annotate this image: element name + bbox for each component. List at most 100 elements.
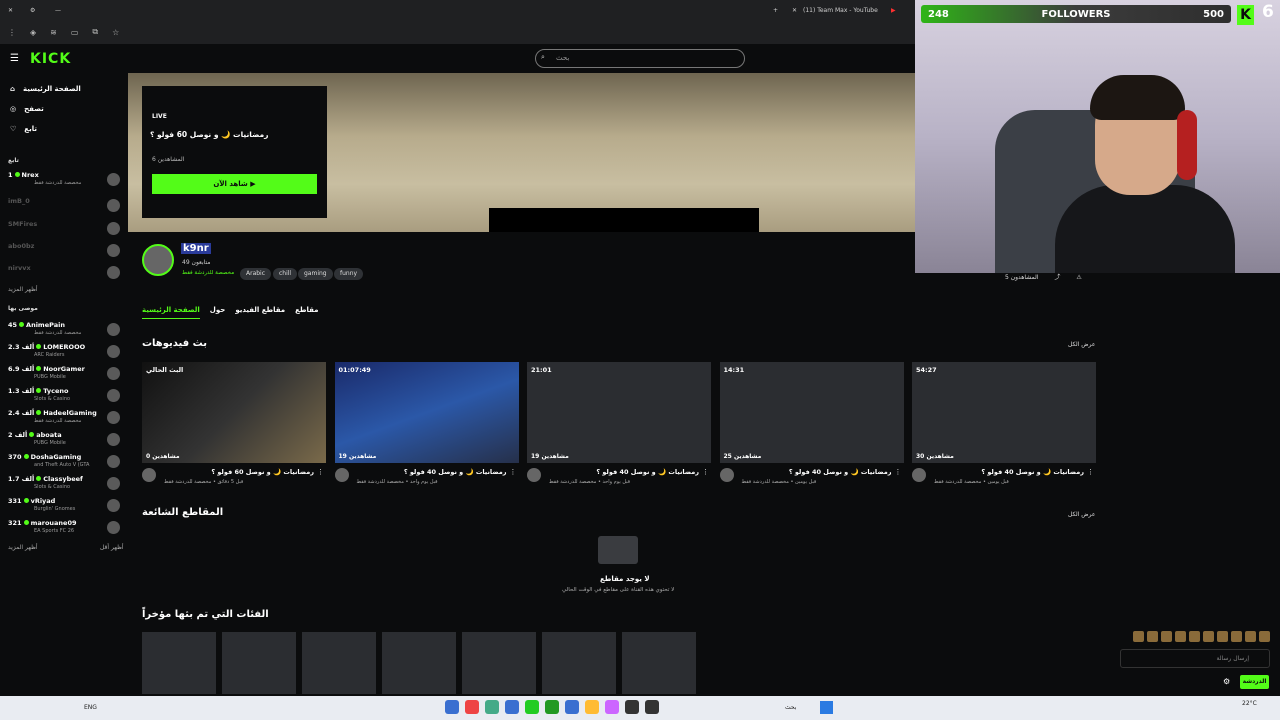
category-card[interactable] [542,632,616,694]
minimize-icon[interactable]: — [55,7,61,14]
recommended-item[interactable]: 1.7 ألف Classybeef Slots & Casino [8,475,120,495]
video-thumbnail[interactable]: 14:31 25 مشاهدين [719,362,904,463]
emote-icon[interactable] [1245,631,1256,642]
emote-icon[interactable] [1133,631,1144,642]
category-card[interactable] [302,632,376,694]
tag-funny[interactable]: funny [334,268,364,280]
app-icon[interactable] [465,700,479,714]
following-item[interactable]: nirvvx [8,264,120,284]
video-title[interactable]: رمضانيات 🌙 و نوصل 40 فولو ؟ [335,468,519,476]
app-icon[interactable] [485,700,499,714]
settings-icon[interactable]: ⚙ [30,7,35,14]
more-options-icon[interactable]: ⋮ [702,468,709,476]
sidebar-item-browse[interactable]: ◎ تصفح [10,105,44,113]
recommended-item[interactable]: 6.9 ألف NoorGamer PUBG Mobile [8,365,120,385]
recommended-item[interactable]: 2.3 ألف LOMEROOO ARC Raiders [8,343,120,363]
share-icon[interactable]: ⤴ [1054,274,1060,281]
sidebar-item-following[interactable]: ♡ تابع [10,125,37,133]
extensions-icon[interactable]: ≋ [50,28,57,37]
shield-icon[interactable]: ◈ [30,28,36,37]
recommended-item[interactable]: 2.4 ألف HadeelGaming مخصصة للدردشة فقط [8,409,120,429]
tabs-icon[interactable]: ⧉ [92,27,98,37]
windows-start-icon[interactable] [820,701,833,714]
app-icon[interactable] [565,700,579,714]
recommended-item[interactable]: 2 ألف aboata PUBG Mobile [8,431,120,451]
emote-icon[interactable] [1259,631,1270,642]
recommended-item[interactable]: 331 vRiyad Burglin' Gnomes [8,497,120,517]
weather[interactable]: 22°C [1242,700,1257,707]
more-options-icon[interactable]: ⋮ [895,468,902,476]
more-options-icon[interactable]: ⋮ [1087,468,1094,476]
emote-icon[interactable] [1217,631,1228,642]
video-title[interactable]: رمضانيات 🌙 و نوصل 40 فولو ؟ [720,468,904,476]
streams-see-all[interactable]: عرض الكل [1068,341,1095,348]
chat-input[interactable]: إرسال رسالة [1120,649,1270,668]
video-title[interactable]: رمضانيات 🌙 و نوصل 40 فولو ؟ [527,468,711,476]
recommended-item[interactable]: 45 AnimePain مخصصة للدردشة فقط [8,321,120,341]
video-thumbnail[interactable]: 54:27 30 مشاهدين [912,362,1096,463]
following-item[interactable]: 1 Nrex مخصصة للدردشة فقط [8,171,120,191]
tab-youtube[interactable]: (11) Team Max - YouTube [803,7,878,14]
video-title[interactable]: رمضانيات 🌙 و نوصل 40 فولو ؟ [912,468,1096,476]
sidebar-icon[interactable]: ▭ [71,28,79,37]
category-card[interactable] [222,632,296,694]
hamburger-menu-icon[interactable]: ☰ [10,53,19,64]
video-thumbnail[interactable]: 21:01 19 مشاهدين [527,362,711,463]
video-card[interactable]: البث الحالي 0 مشاهدين رمضانيات 🌙 و نوصل 60… [142,362,326,485]
emote-icon[interactable] [1189,631,1200,642]
tag-chill[interactable]: chill [273,268,298,280]
video-thumbnail[interactable]: 01:07:49 19 مشاهدين [334,362,519,463]
clips-see-all[interactable]: عرض الكل [1068,511,1095,518]
video-card[interactable]: 54:27 30 مشاهدين رمضانيات 🌙 و نوصل 40 فولو… [912,362,1096,485]
video-card[interactable]: 14:31 25 مشاهدين رمضانيات 🌙 و نوصل 40 فولو… [719,362,904,485]
chat-send-button[interactable]: الدردشة [1240,675,1269,689]
video-thumbnail[interactable]: البث الحالي 0 مشاهدين [142,362,326,463]
recommended-item[interactable]: 370 DoshaGaming and Theft Auto V (GTA [8,453,120,473]
video-card[interactable]: 01:07:49 19 مشاهدين رمضانيات 🌙 و نوصل 40 ف… [334,362,519,485]
tab-videos[interactable]: مقاطع الفيديو [235,306,285,319]
channel-avatar[interactable] [142,244,174,276]
video-title[interactable]: رمضانيات 🌙 و نوصل 60 فولو ؟ [142,468,326,476]
app-icon[interactable] [445,700,459,714]
app-icon[interactable] [525,700,539,714]
report-icon[interactable]: ⚠ [1076,274,1081,281]
emote-icon[interactable] [1231,631,1242,642]
app-icon[interactable] [605,700,619,714]
recommended-item[interactable]: 321 marouane09 EA Sports FC 26 [8,519,120,539]
tab-home[interactable]: الصفحة الرئيسية [142,306,200,319]
category-card[interactable] [622,632,696,694]
close-window-icon[interactable]: ✕ [8,7,13,14]
menu-dots-icon[interactable]: ⋮ [8,28,16,37]
following-item[interactable]: abo0bz [8,242,120,262]
app-icon[interactable] [625,700,639,714]
tag-arabic[interactable]: Arabic [240,268,272,280]
show-more-link[interactable]: أظهر المزيد [8,544,38,551]
emote-icon[interactable] [1161,631,1172,642]
language-indicator[interactable]: ENG [84,704,97,711]
kick-logo[interactable]: KICK [30,51,71,67]
show-more-link[interactable]: أظهر المزيد [8,286,38,293]
emote-icon[interactable] [1175,631,1186,642]
taskbar-search[interactable]: بحث [785,704,796,711]
recommended-item[interactable]: 1.3 ألف Tyceno Slots & Casino [8,387,120,407]
tab-close-icon[interactable]: ✕ [792,7,797,14]
show-less-link[interactable]: أظهر أقل [100,544,124,551]
tab-about[interactable]: حول [210,306,226,319]
search-input[interactable]: بحث [535,49,745,68]
more-options-icon[interactable]: ⋮ [317,468,324,476]
category-card[interactable] [142,632,216,694]
app-icon[interactable] [505,700,519,714]
following-item[interactable]: SMFires [8,220,120,240]
bookmark-icon[interactable]: ☆ [112,28,119,37]
video-card[interactable]: 21:01 19 مشاهدين رمضانيات 🌙 و نوصل 40 فولو… [527,362,711,485]
category-card[interactable] [462,632,536,694]
emote-icon[interactable] [1203,631,1214,642]
new-tab-icon[interactable]: + [773,7,778,14]
category-card[interactable] [382,632,456,694]
app-icon[interactable] [645,700,659,714]
chat-settings-icon[interactable]: ⚙ [1223,677,1230,686]
app-icon[interactable] [545,700,559,714]
folder-icon[interactable] [585,700,599,714]
watch-now-button[interactable]: شاهد الآن ▶ [152,174,317,194]
more-options-icon[interactable]: ⋮ [510,468,517,476]
